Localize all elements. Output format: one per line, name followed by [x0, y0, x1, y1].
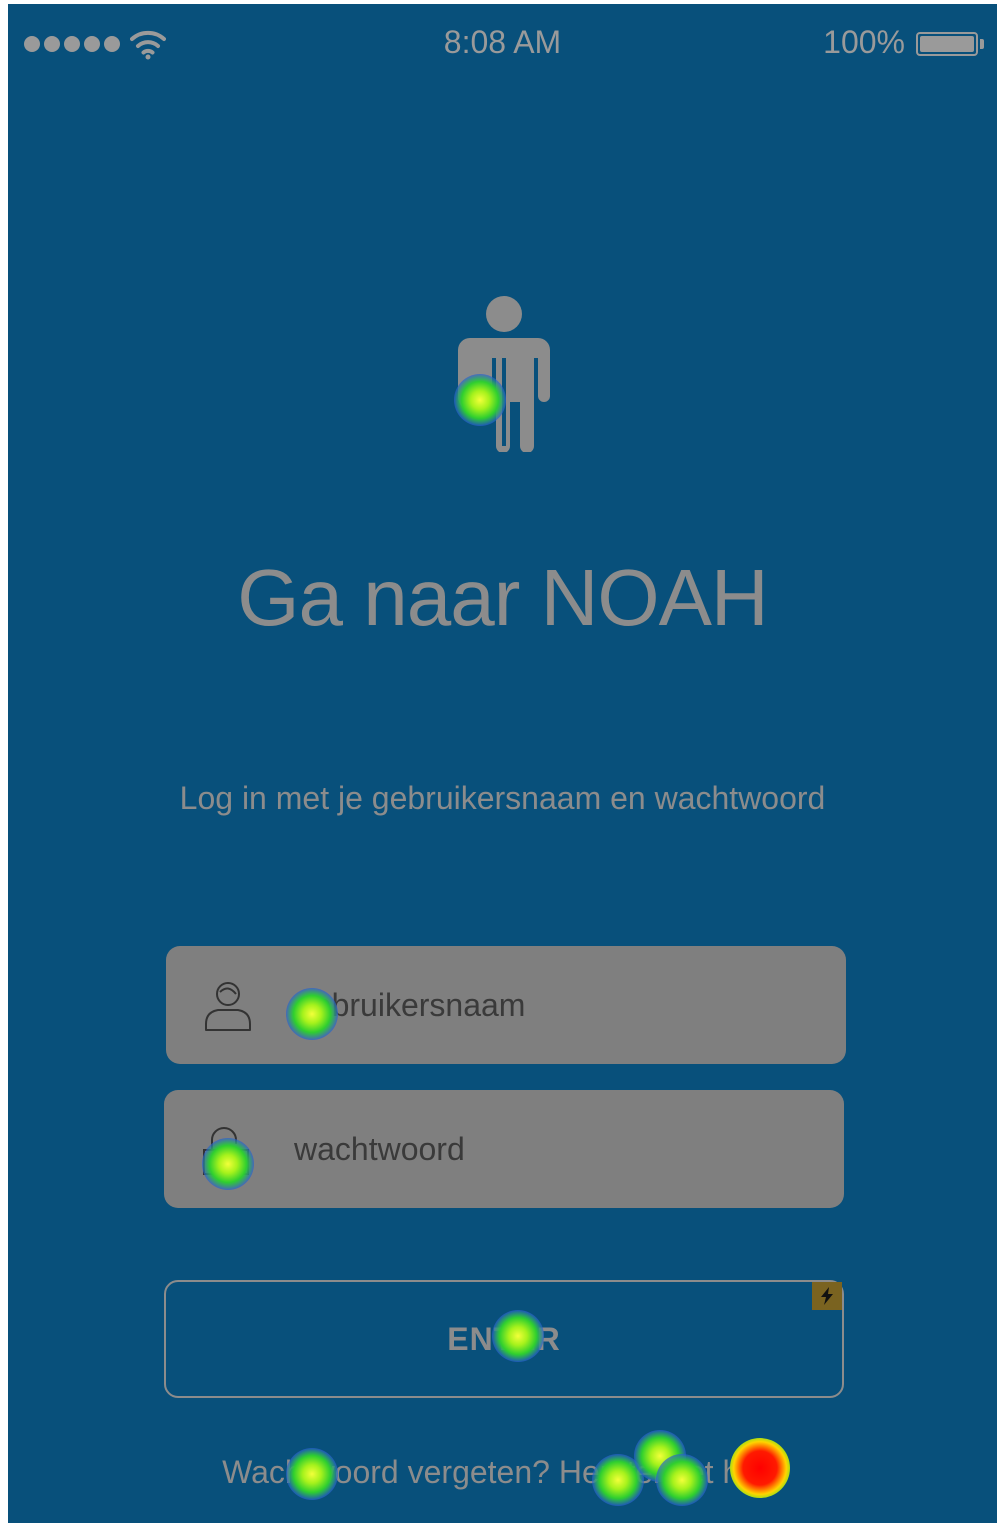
password-field[interactable]: [164, 1090, 844, 1208]
password-input[interactable]: [294, 1114, 814, 1184]
page-title: Ga naar NOAH: [237, 553, 768, 642]
status-bar: 8:08 AM 100%: [8, 4, 997, 84]
battery-percentage: 100%: [823, 24, 905, 60]
enter-button[interactable]: ENTER: [164, 1280, 844, 1398]
reset-password-link[interactable]: Herstel het hier.: [559, 1454, 783, 1490]
forgot-password-text: Wachtwoord vergeten?: [222, 1454, 559, 1490]
user-icon: [205, 982, 251, 1031]
login-screen: 8:08 AM 100% Ga naar NOAH Log in met je …: [8, 4, 997, 1523]
battery-tip: [980, 39, 984, 49]
unlock-icon: [203, 1127, 249, 1175]
battery-icon: [916, 32, 978, 56]
lightning-icon: [812, 1282, 842, 1310]
person-icon: [458, 296, 550, 452]
login-instructions: Log in met je gebruikersnaam en wachtwoo…: [179, 780, 826, 816]
forgot-password: Wachtwoord vergeten? Herstel het hier.: [8, 1454, 997, 1491]
username-field[interactable]: [166, 946, 846, 1064]
username-input[interactable]: [296, 970, 816, 1040]
